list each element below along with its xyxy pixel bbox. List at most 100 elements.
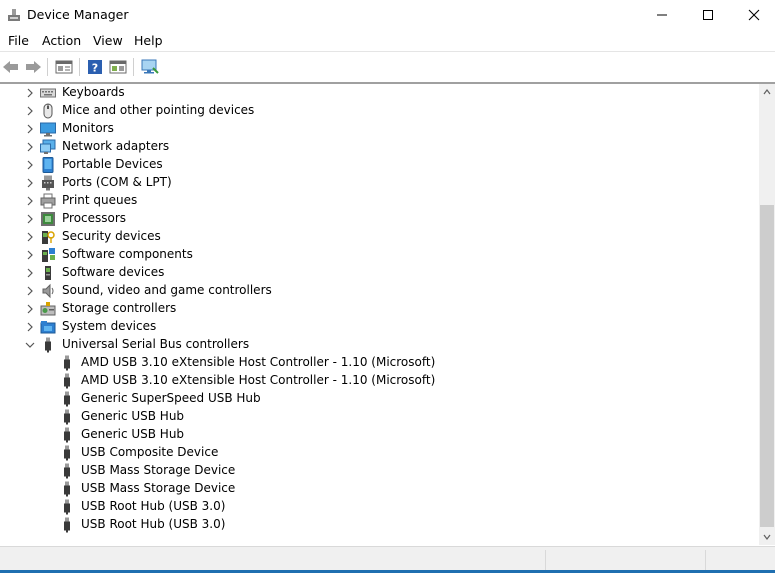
tree-category-label: Portable Devices	[62, 157, 163, 171]
minimize-button[interactable]	[639, 0, 685, 30]
toolbar: ?	[0, 53, 775, 81]
tree-category-security-devices[interactable]: Security devices	[0, 228, 759, 246]
tree-category-label: Monitors	[62, 121, 114, 135]
storage-icon	[40, 302, 56, 316]
tree-device-label: USB Mass Storage Device	[81, 481, 236, 495]
usb-icon	[64, 517, 70, 533]
menu-file[interactable]: File	[6, 33, 31, 48]
tree-category-ports[interactable]: Ports (COM & LPT)	[0, 174, 759, 192]
tree-category-software-devices[interactable]: Software devices	[0, 264, 759, 282]
network-icon	[40, 139, 56, 154]
software-device-icon	[45, 266, 51, 280]
tree-device-label: Generic USB Hub	[81, 409, 185, 423]
speaker-icon	[42, 283, 54, 299]
software-component-icon	[42, 248, 55, 262]
usb-icon	[64, 499, 70, 515]
usb-icon	[64, 481, 70, 497]
chevron-right-icon[interactable]	[24, 303, 36, 315]
back-arrow-icon[interactable]	[0, 56, 22, 78]
processor-icon	[41, 212, 55, 226]
status-separator	[545, 550, 546, 570]
tree-category-label: Security devices	[62, 229, 161, 243]
help-icon[interactable]: ?	[84, 56, 106, 78]
tree-device-item[interactable]: Generic USB Hub	[0, 408, 759, 426]
tree-category-label: Software devices	[62, 265, 165, 279]
tree-category-label: Print queues	[62, 193, 138, 207]
tree-device-item[interactable]: AMD USB 3.10 eXtensible Host Controller …	[0, 354, 759, 372]
tree-category-sound-video-game[interactable]: Sound, video and game controllers	[0, 282, 759, 300]
usb-icon	[64, 355, 70, 371]
chevron-right-icon[interactable]	[24, 159, 36, 171]
chevron-right-icon[interactable]	[24, 267, 36, 279]
port-icon	[42, 175, 54, 191]
chevron-right-icon[interactable]	[24, 177, 36, 189]
close-button[interactable]	[731, 0, 775, 30]
menu-action[interactable]: Action	[40, 33, 83, 48]
tree-category-label: System devices	[62, 319, 157, 333]
monitor-icon[interactable]	[139, 56, 161, 78]
menu-view[interactable]: View	[91, 33, 125, 48]
chevron-right-icon[interactable]	[24, 123, 36, 135]
tree-category-mice[interactable]: Mice and other pointing devices	[0, 102, 759, 120]
chevron-right-icon[interactable]	[24, 231, 36, 243]
properties-icon[interactable]	[53, 56, 75, 78]
chevron-right-icon[interactable]	[24, 321, 36, 333]
tree-category-software-components[interactable]: Software components	[0, 246, 759, 264]
svg-text:?: ?	[92, 62, 98, 75]
scroll-down-button[interactable]	[759, 529, 775, 545]
tree-category-monitors[interactable]: Monitors	[0, 120, 759, 138]
tree-category-label: Software components	[62, 247, 193, 261]
chevron-right-icon[interactable]	[24, 213, 36, 225]
show-panel-icon[interactable]	[107, 56, 129, 78]
chevron-right-icon[interactable]	[24, 105, 36, 117]
tree-device-item[interactable]: Generic SuperSpeed USB Hub	[0, 390, 759, 408]
tree-device-label: USB Root Hub (USB 3.0)	[81, 499, 226, 513]
vertical-scrollbar[interactable]	[759, 84, 775, 545]
toolbar-separator	[133, 58, 134, 76]
scrollbar-thumb[interactable]	[760, 205, 774, 527]
tree-category-system-devices[interactable]: System devices	[0, 318, 759, 336]
tree-device-item[interactable]: USB Composite Device	[0, 444, 759, 462]
tree-category-usb-controllers[interactable]: Universal Serial Bus controllers	[0, 336, 759, 354]
maximize-button[interactable]	[685, 0, 731, 30]
tree-device-item[interactable]: USB Mass Storage Device	[0, 462, 759, 480]
chevron-right-icon[interactable]	[24, 195, 36, 207]
tree-category-print-queues[interactable]: Print queues	[0, 192, 759, 210]
menu-bar: File Action View Help	[0, 30, 775, 52]
tree-device-item[interactable]: USB Mass Storage Device	[0, 480, 759, 498]
status-bar	[0, 546, 775, 573]
chevron-right-icon[interactable]	[24, 141, 36, 153]
tree-device-item[interactable]: USB Root Hub (USB 3.0)	[0, 498, 759, 516]
tree-category-label: Network adapters	[62, 139, 170, 153]
portable-device-icon	[42, 157, 54, 173]
tree-category-label: Universal Serial Bus controllers	[62, 337, 250, 351]
device-tree[interactable]: Keyboards Mice and other pointing device…	[0, 84, 759, 545]
printer-icon	[40, 193, 56, 209]
tree-category-storage-controllers[interactable]: Storage controllers	[0, 300, 759, 318]
tree-device-item[interactable]: Generic USB Hub	[0, 426, 759, 444]
tree-device-label: Generic SuperSpeed USB Hub	[81, 391, 261, 405]
chevron-down-icon	[763, 534, 771, 540]
tree-device-label: USB Mass Storage Device	[81, 463, 236, 477]
usb-icon	[64, 445, 70, 461]
menu-help[interactable]: Help	[132, 33, 165, 48]
scroll-up-button[interactable]	[759, 84, 775, 100]
chevron-down-icon[interactable]	[24, 339, 36, 351]
chevron-right-icon[interactable]	[24, 285, 36, 297]
tree-category-label: Storage controllers	[62, 301, 177, 315]
tree-category-label: Keyboards	[62, 85, 125, 99]
device-manager-app-icon	[6, 7, 22, 23]
forward-arrow-icon[interactable]	[22, 56, 44, 78]
chevron-right-icon[interactable]	[24, 249, 36, 261]
tree-device-item[interactable]: AMD USB 3.10 eXtensible Host Controller …	[0, 372, 759, 390]
tree-category-network-adapters[interactable]: Network adapters	[0, 138, 759, 156]
tree-category-label: Sound, video and game controllers	[62, 283, 272, 297]
tree-device-label: AMD USB 3.10 eXtensible Host Controller …	[81, 373, 436, 387]
tree-category-portable-devices[interactable]: Portable Devices	[0, 156, 759, 174]
tree-category-processors[interactable]: Processors	[0, 210, 759, 228]
title-bar[interactable]: Device Manager	[0, 0, 775, 30]
tree-category-keyboards[interactable]: Keyboards	[0, 84, 759, 102]
tree-device-item[interactable]: USB Root Hub (USB 3.0)	[0, 516, 759, 534]
chevron-right-icon[interactable]	[24, 87, 36, 99]
tree-device-label: USB Composite Device	[81, 445, 219, 459]
